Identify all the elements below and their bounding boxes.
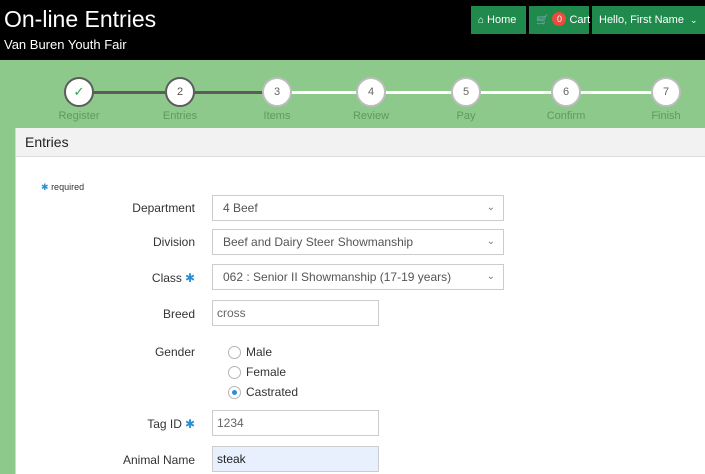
user-greeting: Hello, First Name <box>599 14 684 26</box>
chevron-down-icon: ⌄ <box>486 202 495 213</box>
step-7-label: Finish <box>651 110 681 122</box>
step-5-circle: 5 <box>451 77 481 107</box>
step-7-circle: 7 <box>651 77 681 107</box>
required-star-icon: ✱ <box>41 182 49 192</box>
department-value: 4 Beef <box>223 201 258 215</box>
home-label: Home <box>487 14 517 26</box>
step-1-circle[interactable]: ✓ <box>64 77 94 107</box>
animal-name-input[interactable]: steak <box>212 446 379 472</box>
cart-label: Cart <box>569 14 591 26</box>
step-3-label: Items <box>263 110 291 122</box>
division-value: Beef and Dairy Steer Showmanship <box>223 235 414 249</box>
panel-header: Entries <box>16 128 705 157</box>
cart-count-badge: 0 <box>552 12 567 26</box>
required-star-icon: ✱ <box>184 271 195 285</box>
animal-name-label: Animal Name <box>122 453 195 467</box>
required-note: ✱ required <box>41 182 84 193</box>
class-label: Class ✱ <box>151 271 195 285</box>
chevron-down-icon: ⌄ <box>486 271 495 282</box>
step-2-circle[interactable]: 2 <box>165 77 195 107</box>
panel-title: Entries <box>25 134 69 150</box>
top-header: On-line Entries Van Buren Youth Fair ⌂ Ho… <box>0 0 705 60</box>
department-label: Department <box>132 201 195 215</box>
app-title[interactable]: On-line Entries <box>4 6 156 32</box>
user-menu-button[interactable]: Hello, First Name ⌄ <box>592 6 705 34</box>
step-6-circle: 6 <box>551 77 581 107</box>
breed-label: Breed <box>162 307 195 321</box>
step-4-label: Review <box>352 110 390 122</box>
step-4-circle: 4 <box>356 77 386 107</box>
step-6-label: Confirm <box>546 110 586 122</box>
chevron-down-icon: ⌄ <box>486 236 495 247</box>
step-3-circle: 3 <box>262 77 292 107</box>
home-button[interactable]: ⌂ Home <box>471 6 526 34</box>
cart-button[interactable]: 🛒 0 Cart <box>529 6 591 34</box>
radio-male[interactable] <box>228 346 241 359</box>
cart-icon: 🛒 <box>536 15 549 26</box>
tag-id-label: Tag ID ✱ <box>147 417 195 431</box>
division-select[interactable]: Beef and Dairy Steer Showmanship ⌄ <box>212 229 504 255</box>
required-star-icon: ✱ <box>184 417 195 431</box>
app-subtitle: Van Buren Youth Fair <box>4 37 127 52</box>
department-select[interactable]: 4 Beef ⌄ <box>212 195 504 221</box>
class-value: 062 : Senior II Showmanship (17-19 years… <box>223 270 452 284</box>
class-select[interactable]: 062 : Senior II Showmanship (17-19 years… <box>212 264 504 290</box>
tag-id-input[interactable]: 1234 <box>212 410 379 436</box>
breed-input[interactable]: cross <box>212 300 379 326</box>
step-1-label: Register <box>58 110 100 122</box>
entries-panel: Entries ✱ required Department 4 Beef ⌄ D… <box>15 128 705 474</box>
home-icon: ⌂ <box>478 15 485 26</box>
gender-label: Gender <box>154 345 195 359</box>
radio-female[interactable] <box>228 366 241 379</box>
required-note-text: required <box>51 182 85 192</box>
division-label: Division <box>152 235 195 249</box>
step-5-label: Pay <box>456 110 476 122</box>
chevron-down-icon: ⌄ <box>690 15 698 25</box>
radio-castrated[interactable] <box>228 386 241 399</box>
step-2-label: Entries <box>162 110 198 122</box>
